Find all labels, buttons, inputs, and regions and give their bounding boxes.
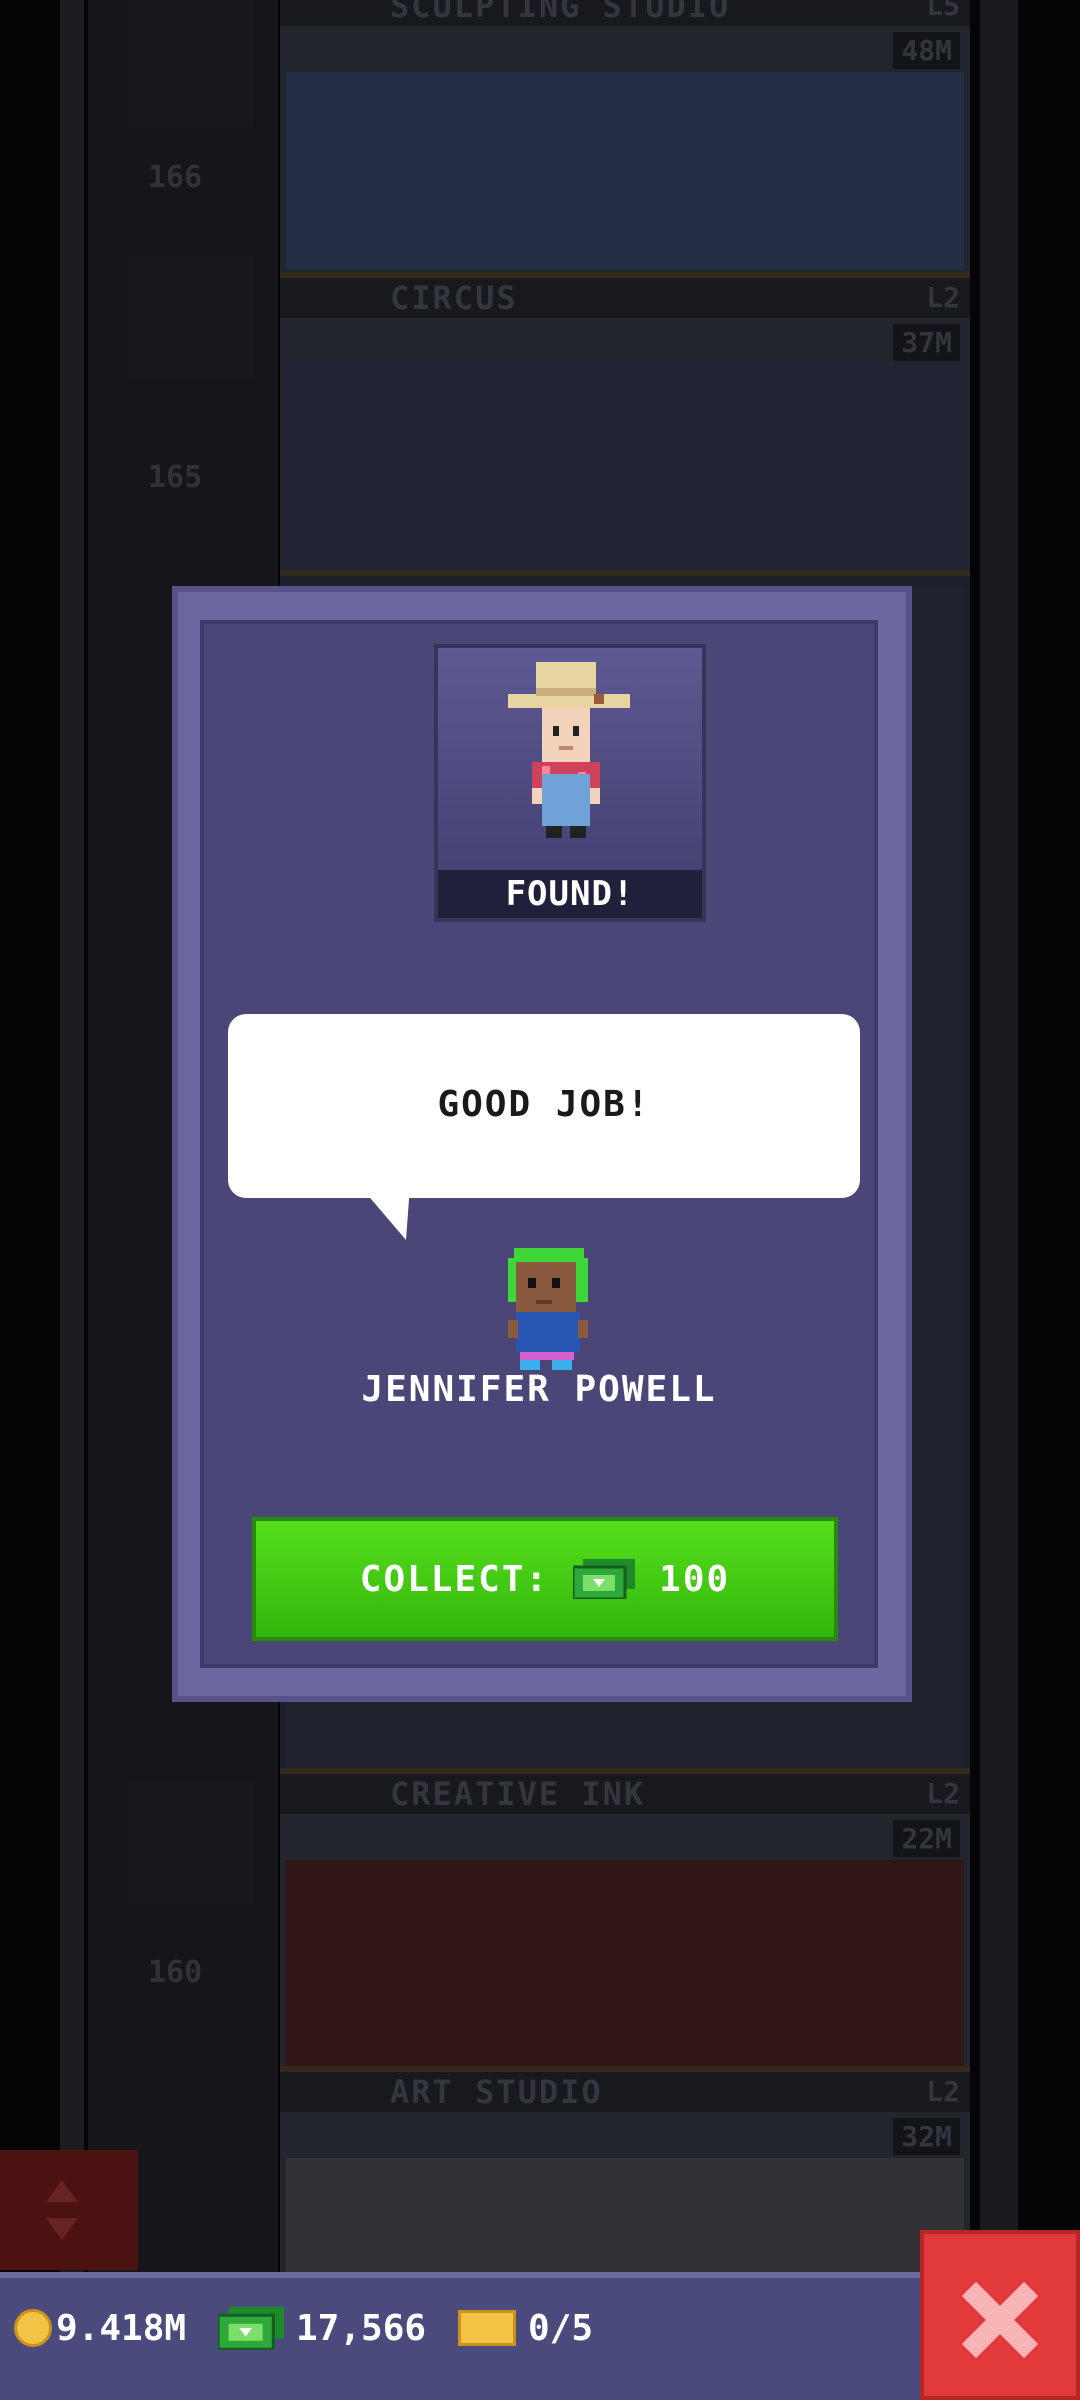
bux-value: 17,566 <box>296 2307 427 2349</box>
bottom-hud: 9.418M 17,566 0/5 <box>0 2272 920 2400</box>
collect-amount: 100 <box>659 1558 731 1600</box>
ticket-icon <box>458 2310 516 2346</box>
close-icon <box>961 2281 1039 2359</box>
collect-button[interactable]: COLLECT: 100 <box>252 1517 838 1641</box>
found-character-portrait: FOUND! <box>434 644 706 922</box>
status-label: FOUND! <box>438 870 702 918</box>
coins-stat[interactable]: 9.418M <box>14 2298 186 2358</box>
dialog-panel: FOUND! GOOD JOB! JENNIFER POWELL COLLECT… <box>200 620 878 1668</box>
npc-name: JENNIFER POWELL <box>361 1369 717 1410</box>
found-dialog: FOUND! GOOD JOB! JENNIFER POWELL COLLECT… <box>172 586 912 1702</box>
npc-avatar-icon <box>508 1248 588 1370</box>
bux-stat[interactable]: 17,566 <box>218 2298 426 2358</box>
farmer-avatar-icon <box>508 662 630 838</box>
speech-text: GOOD JOB! <box>437 1084 651 1125</box>
bux-icon <box>573 1559 636 1599</box>
tickets-stat[interactable]: 0/5 <box>458 2298 593 2358</box>
tickets-value: 0/5 <box>528 2307 594 2349</box>
close-button[interactable] <box>920 2230 1080 2400</box>
collect-label: COLLECT: <box>359 1558 550 1600</box>
speech-bubble: GOOD JOB! <box>228 1014 860 1198</box>
speech-bubble-tail <box>360 1186 410 1240</box>
coin-icon <box>14 2309 52 2347</box>
bux-icon <box>218 2306 284 2350</box>
coins-value: 9.418M <box>56 2307 187 2349</box>
